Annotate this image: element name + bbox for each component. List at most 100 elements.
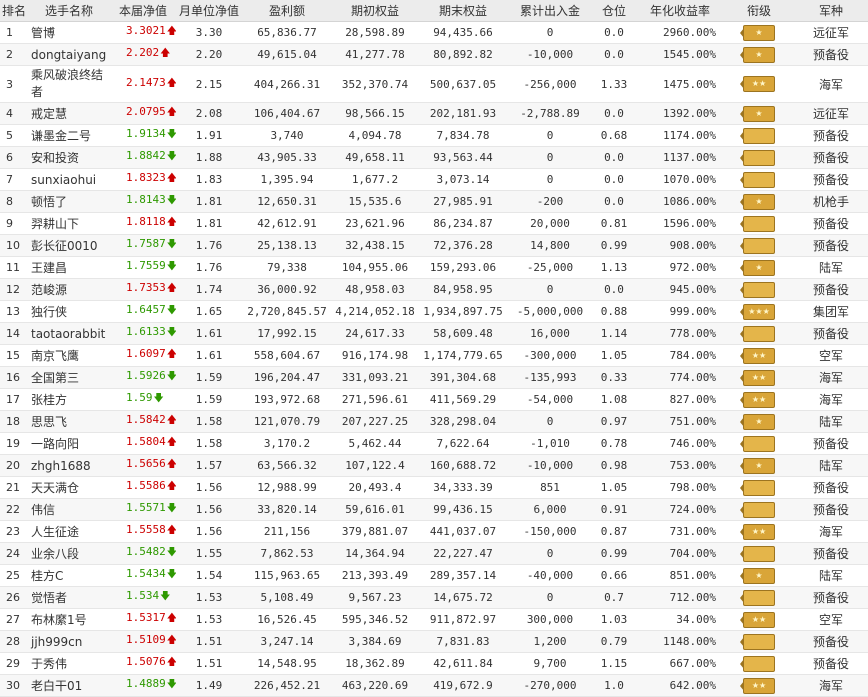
table-row[interactable]: 29于秀伟1.5076🡅1.5114,548.9518,362.8942,611… — [0, 652, 868, 675]
position-cell: 0.99 — [592, 542, 636, 565]
player-name-link[interactable]: 王建昌 — [28, 256, 110, 279]
cumulative-flow-cell: 0 — [508, 168, 592, 191]
table-row[interactable]: 26 觉悟者 1.534🡇 1.53 5,108.49 9,567.23 14,675.72… — [0, 586, 868, 609]
player-name-link[interactable]: dongtaiyang — [28, 43, 110, 66]
table-row[interactable]: 23人生征途1.5558🡅1.56211,156379,881.07441,03… — [0, 520, 868, 543]
net-value: 1.7559 — [126, 259, 166, 272]
player-name-link[interactable]: 思思飞 — [28, 410, 110, 433]
rank-insignia-icon — [740, 435, 775, 452]
table-row[interactable]: 25桂方C1.5434🡇1.54115,963.65213,393.49289,… — [0, 564, 868, 587]
player-name-link[interactable]: 乘风破浪终结者 — [28, 65, 110, 103]
profit-cell: 3,740 — [242, 124, 332, 147]
table-row[interactable]: 15南京飞鹰1.6097🡅1.61558,604.67916,174.981,1… — [0, 344, 868, 367]
header-rank-insignia[interactable]: 衔级 — [724, 0, 794, 22]
player-name-link[interactable]: sunxiaohui — [28, 168, 110, 191]
cumulative-flow-cell: 6,000 — [508, 498, 592, 521]
arrow-down-icon: 🡇 — [167, 327, 176, 338]
table-row[interactable]: 30老白干011.4889🡇1.49226,452.21463,220.6941… — [0, 674, 868, 697]
header-monthly-net-value[interactable]: 月单位净值 — [176, 0, 242, 22]
arrow-up-icon: 🡅 — [167, 525, 176, 536]
player-name-link[interactable]: 南京飞鹰 — [28, 344, 110, 367]
player-name-link[interactable]: 全国第三 — [28, 366, 110, 389]
player-name-link[interactable]: 天天满仓 — [28, 476, 110, 499]
army-cell: 机枪手 — [794, 190, 868, 213]
table-row[interactable]: 22伟信1.5571🡇1.5633,820.1459,616.0199,436.… — [0, 498, 868, 521]
table-row[interactable]: 13独行侠1.6457🡇1.652,720,845.574,214,052.18… — [0, 300, 868, 323]
table-row[interactable]: 28jjh999cn1.5109🡅1.513,247.143,384.697,8… — [0, 630, 868, 653]
header-profit[interactable]: 盈利额 — [242, 0, 332, 22]
table-row[interactable]: 20zhgh16881.5656🡅1.5763,566.32107,122.41… — [0, 454, 868, 477]
table-row[interactable]: 11王建昌1.7559🡇1.7679,338104,955.06159,293.… — [0, 256, 868, 279]
table-row[interactable]: 17 张桂方 1.59🡇 1.59 193,972.68 271,596.61 411,56… — [0, 388, 868, 411]
table-row[interactable]: 1管博3.3021🡅3.3065,836.7728,598.8994,435.6… — [0, 21, 868, 44]
table-row[interactable]: 3乘风破浪终结者2.1473🡅2.15404,266.31352,370.745… — [0, 65, 868, 103]
player-name-link[interactable]: 戒定慧 — [28, 102, 110, 125]
player-name-link[interactable]: 管博 — [28, 21, 110, 44]
player-name-link[interactable]: 安和投资 — [28, 146, 110, 169]
header-net-value[interactable]: 本届净值 — [110, 0, 176, 22]
table-row[interactable]: 7sunxiaohui1.8323🡅1.831,395.941,677.23,0… — [0, 168, 868, 191]
table-row[interactable]: 12范峻源1.7353🡅1.7436,000.9248,958.0384,958… — [0, 278, 868, 301]
table-row[interactable]: 27布林縻1号1.5317🡅1.5316,526.45595,346.52911… — [0, 608, 868, 631]
header-rank[interactable]: 排名 — [0, 0, 28, 22]
player-name-link[interactable]: taotaorabbit — [28, 322, 110, 345]
player-name-link[interactable]: 老白干01 — [28, 674, 110, 697]
player-name-link[interactable]: zhgh1688 — [28, 454, 110, 477]
player-name-link[interactable]: 张桂方 — [28, 388, 110, 411]
header-cumulative-flow[interactable]: 累计出入金 — [508, 0, 592, 22]
player-name-link[interactable]: 人生征途 — [28, 520, 110, 543]
table-row[interactable]: 6安和投资1.8842🡇1.8843,905.3349,658.1193,563… — [0, 146, 868, 169]
arrow-down-icon: 🡇 — [153, 393, 164, 404]
player-name-link[interactable]: 范峻源 — [28, 278, 110, 301]
table-row[interactable]: 19一路向阳1.5804🡅1.583,170.25,462.447,622.64… — [0, 432, 868, 455]
end-equity-cell: 328,298.04 — [418, 410, 508, 433]
player-name-link[interactable]: 布林縻1号 — [28, 608, 110, 631]
table-row[interactable]: 8顿悟了1.8143🡇1.8112,650.3115,535.627,985.9… — [0, 190, 868, 213]
net-value: 1.5586 — [126, 479, 166, 492]
net-value-cell: 1.6457🡇 — [110, 300, 176, 323]
annual-return-cell: 908.00% — [636, 234, 724, 257]
player-name-link[interactable]: 彭长征0010 — [28, 234, 110, 257]
player-name-link[interactable]: 顿悟了 — [28, 190, 110, 213]
header-annual-return[interactable]: 年化收益率 — [636, 0, 724, 22]
player-name-link[interactable]: 独行侠 — [28, 300, 110, 323]
profit-cell: 49,615.04 — [242, 43, 332, 66]
table-row[interactable]: 9羿耕山下1.8118🡅1.8142,612.9123,621.9686,234… — [0, 212, 868, 235]
monthly-net-value-cell: 2.20 — [176, 43, 242, 66]
player-name-link[interactable]: 业余八段 — [28, 542, 110, 565]
table-row[interactable]: 4戒定慧2.0795🡅2.08106,404.6798,566.15202,18… — [0, 102, 868, 125]
cumulative-flow-cell: 9,700 — [508, 652, 592, 675]
table-row[interactable]: 18思思飞1.5842🡅1.58121,070.79207,227.25328,… — [0, 410, 868, 433]
position-cell: 0.78 — [592, 432, 636, 455]
player-name-link[interactable]: 觉悟者 — [28, 586, 110, 609]
net-value-cell: 1.8323🡅 — [110, 168, 176, 191]
header-army[interactable]: 军种 — [794, 0, 868, 22]
player-name-link[interactable]: 谦墨金二号 — [28, 124, 110, 147]
table-row[interactable]: 24业余八段1.5482🡇1.557,862.5314,364.9422,227… — [0, 542, 868, 565]
table-row[interactable]: 2 dongtaiyang 2.202🡅 2.20 49,615.04 41,277.78… — [0, 43, 868, 66]
monthly-net-value-cell: 1.51 — [176, 652, 242, 675]
header-start-equity[interactable]: 期初权益 — [332, 0, 418, 22]
player-name-link[interactable]: 一路向阳 — [28, 432, 110, 455]
header-player-name[interactable]: 选手名称 — [28, 0, 110, 22]
profit-cell: 17,992.15 — [242, 322, 332, 345]
position-cell: 0.66 — [592, 564, 636, 587]
table-row[interactable]: 5谦墨金二号1.9134🡇1.913,7404,094.787,834.7800… — [0, 124, 868, 147]
header-end-equity[interactable]: 期末权益 — [418, 0, 508, 22]
table-row[interactable]: 14taotaorabbit1.6133🡇1.6117,992.1524,617… — [0, 322, 868, 345]
end-equity-cell: 86,234.87 — [418, 212, 508, 235]
player-name-link[interactable]: 于秀伟 — [28, 652, 110, 675]
player-name-link[interactable]: 桂方C — [28, 564, 110, 587]
position-cell: 0.7 — [592, 586, 636, 609]
start-equity-cell: 463,220.69 — [332, 674, 418, 697]
player-name-link[interactable]: jjh999cn — [28, 630, 110, 653]
header-position[interactable]: 仓位 — [592, 0, 636, 22]
player-name-link[interactable]: 羿耕山下 — [28, 212, 110, 235]
table-row[interactable]: 10彭长征00101.7587🡇1.7625,138.1332,438.1572… — [0, 234, 868, 257]
table-row[interactable]: 16全国第三1.5926🡇1.59196,204.47331,093.21391… — [0, 366, 868, 389]
position-cell: 0.97 — [592, 410, 636, 433]
table-row[interactable]: 21天天满仓1.5586🡅1.5612,988.9920,493.434,333… — [0, 476, 868, 499]
player-name-link[interactable]: 伟信 — [28, 498, 110, 521]
position-cell: 1.0 — [592, 674, 636, 697]
cumulative-flow-cell: -150,000 — [508, 520, 592, 543]
